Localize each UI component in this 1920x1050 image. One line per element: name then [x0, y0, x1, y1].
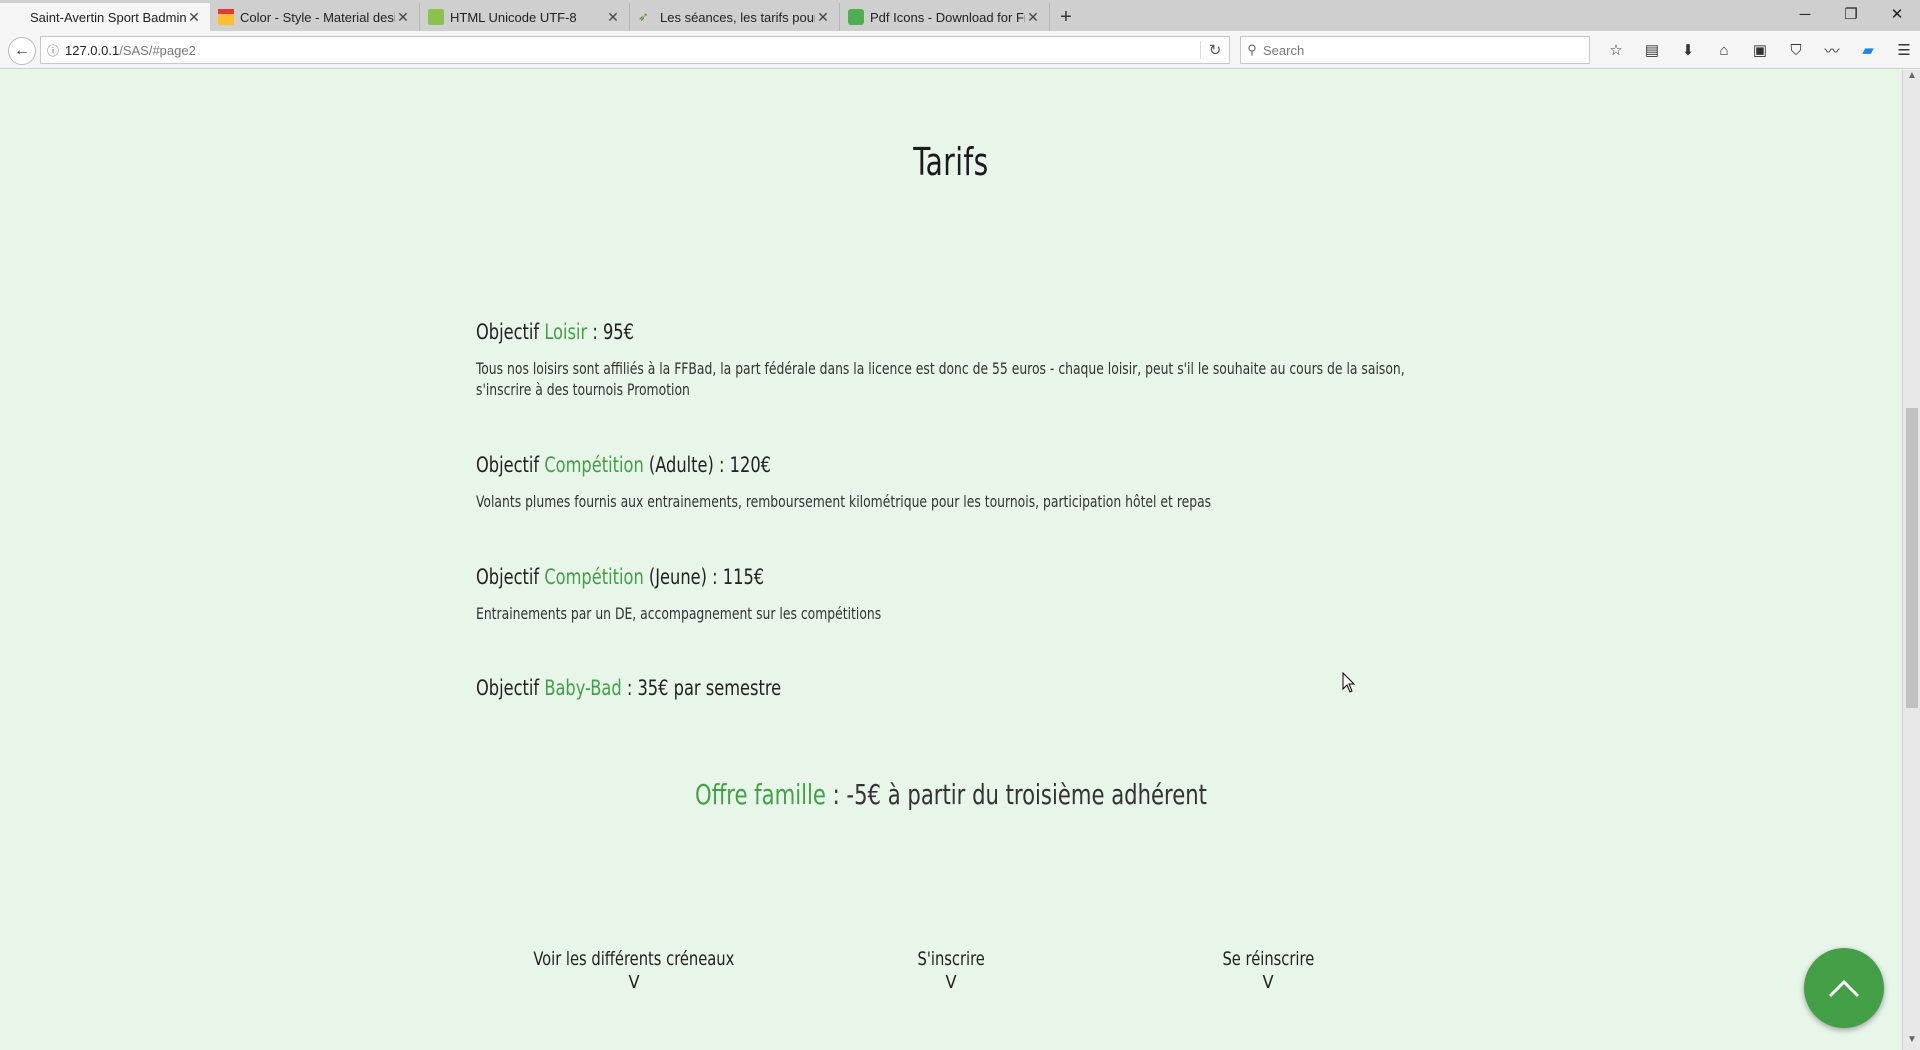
tab-title: Les séances, les tarifs pour 2 — [660, 9, 815, 25]
minimize-icon[interactable]: ─ — [1782, 0, 1828, 28]
offer-highlight: Offre famille — [695, 778, 826, 811]
mouse-cursor-icon — [1342, 672, 1356, 693]
tab-title: Saint-Avertin Sport Badminton — [30, 9, 186, 25]
tarif-heading: Objectif Loisir : 95€ — [476, 320, 1302, 344]
tab-bar: Saint-Avertin Sport Badminton ✕ Color - … — [0, 0, 1920, 31]
link-label: Voir les différents créneaux — [533, 948, 735, 970]
search-input[interactable]: Search — [1263, 43, 1304, 58]
toolbar-icons: ☆ ▤ ⬇ ⌂ ▣ ⛉ 〰 ▰ ☰ — [1598, 36, 1920, 64]
tarif-prefix: Objectif — [476, 565, 545, 589]
chevron-down-icon[interactable]: V — [1118, 972, 1418, 993]
family-offer: Offre famille : -5€ à partir du troisièm… — [152, 778, 1750, 811]
tarif-highlight: Loisir — [544, 320, 588, 344]
reading-list-icon[interactable]: ▤ — [1634, 36, 1670, 64]
material-favicon-icon — [218, 9, 234, 25]
tarif-heading: Objectif Compétition (Jeune) : 115€ — [476, 565, 1302, 589]
tab-title: HTML Unicode UTF-8 — [450, 9, 577, 25]
page-content: Tarifs Objectif Loisir : 95€ Tous nos lo… — [0, 70, 1902, 1050]
bookmark-star-icon[interactable]: ☆ — [1598, 36, 1634, 64]
tarif-heading: Objectif Compétition (Adulte) : 120€ — [476, 453, 1302, 477]
tarif-competition-adulte: Objectif Compétition (Adulte) : 120€ Vol… — [476, 453, 1436, 512]
tarif-price: : 35€ par semestre — [621, 676, 782, 700]
scroll-thumb[interactable] — [1906, 408, 1918, 708]
tab-title: Pdf Icons - Download for Fre — [870, 9, 1025, 25]
tarif-price: (Adulte) : 120€ — [643, 453, 772, 477]
scroll-down-icon[interactable]: ▼ — [1903, 1034, 1920, 1050]
tarif-price: : 95€ — [587, 320, 634, 344]
search-icon: ⚲ — [1247, 42, 1257, 57]
close-icon[interactable]: ✕ — [186, 9, 202, 26]
tarif-prefix: Objectif — [476, 453, 545, 477]
chevron-down-icon[interactable]: V — [484, 972, 784, 993]
scroll-to-top-button[interactable] — [1804, 948, 1884, 1028]
tab-saint-avertin[interactable]: Saint-Avertin Sport Badminton ✕ — [0, 3, 210, 31]
tarif-baby-bad: Objectif Baby-Bad : 35€ par semestre — [476, 676, 1436, 700]
sync-icon[interactable]: 〰 — [1814, 36, 1850, 64]
url-host: 127.0.0.1 — [65, 42, 120, 58]
close-icon[interactable]: ✕ — [1025, 9, 1041, 26]
info-icon[interactable]: ⓘ — [41, 42, 65, 59]
analytics-icon[interactable]: ▰ — [1850, 36, 1886, 64]
link-label: S'inscrire — [917, 948, 985, 970]
tarif-loisir: Objectif Loisir : 95€ Tous nos loisirs s… — [476, 320, 1436, 400]
offer-text: : -5€ à partir du troisième adhérent — [825, 778, 1207, 811]
tab-html-unicode[interactable]: HTML Unicode UTF-8 ✕ — [420, 3, 630, 31]
reload-icon[interactable]: ↻ — [1200, 41, 1229, 59]
tarif-highlight: Compétition — [544, 565, 644, 589]
close-icon[interactable]: ✕ — [815, 9, 831, 26]
close-window-icon[interactable]: ✕ — [1874, 0, 1920, 28]
tarif-description: Entrainements par un DE, accompagnement … — [476, 604, 882, 623]
arrow-left-icon: ← — [14, 42, 30, 59]
menu-icon[interactable]: ☰ — [1886, 36, 1920, 64]
url-bar[interactable]: ⓘ 127.0.0.1/SAS/#page2 ↻ — [40, 36, 1230, 64]
tab-pdf-icons[interactable]: Pdf Icons - Download for Fre ✕ — [840, 3, 1050, 31]
home-icon[interactable]: ⌂ — [1706, 36, 1742, 64]
link-label: Se réinscrire — [1222, 948, 1314, 970]
tarif-description: Tous nos loisirs sont affiliés à la FFBa… — [476, 359, 1405, 399]
inscrire-link[interactable]: S'inscrire V — [801, 948, 1101, 993]
android-favicon-icon — [848, 9, 864, 25]
site-favicon-icon — [8, 9, 24, 25]
extension-badge-icon[interactable]: ▣ — [1742, 36, 1778, 64]
url-path: /SAS/#page2 — [119, 42, 196, 58]
tarif-competition-jeune: Objectif Compétition (Jeune) : 115€ Entr… — [476, 565, 1436, 624]
page-title: Tarifs — [913, 140, 989, 184]
tab-seances-tarifs[interactable]: ➶ Les séances, les tarifs pour 2 ✕ — [630, 3, 840, 31]
close-icon[interactable]: ✕ — [395, 9, 411, 26]
w3-favicon-icon — [428, 9, 444, 25]
new-tab-button[interactable]: + — [1050, 3, 1082, 31]
creneaux-link[interactable]: Voir les différents créneaux V — [484, 948, 784, 993]
navigation-bar: ← ⓘ 127.0.0.1/SAS/#page2 ↻ ⚲ Search ☆ ▤ … — [0, 31, 1920, 69]
close-icon[interactable]: ✕ — [605, 9, 621, 26]
window-controls: ─ ❐ ✕ — [1782, 0, 1920, 28]
tarif-prefix: Objectif — [476, 320, 545, 344]
tarif-description: Volants plumes fournis aux entrainements… — [476, 492, 1212, 511]
url-text[interactable]: 127.0.0.1/SAS/#page2 — [65, 43, 1200, 58]
tarif-prefix: Objectif — [476, 676, 545, 700]
page-scrollbar[interactable]: ▲ ▼ — [1902, 70, 1920, 1050]
reinscrire-link[interactable]: Se réinscrire V — [1118, 948, 1418, 993]
restore-icon[interactable]: ❐ — [1828, 0, 1874, 28]
tab-material-color[interactable]: Color - Style - Material desig ✕ — [210, 3, 420, 31]
tarif-price: (Jeune) : 115€ — [643, 565, 765, 589]
tab-title: Color - Style - Material desig — [240, 9, 395, 25]
tarif-heading: Objectif Baby-Bad : 35€ par semestre — [476, 676, 1302, 700]
scroll-up-icon[interactable]: ▲ — [1903, 70, 1920, 86]
chevron-up-icon — [1828, 979, 1860, 998]
chevron-down-icon[interactable]: V — [801, 972, 1101, 993]
tarif-highlight: Baby-Bad — [544, 676, 622, 700]
shuttlecock-favicon-icon: ➶ — [638, 9, 649, 24]
download-icon[interactable]: ⬇ — [1670, 36, 1706, 64]
back-button[interactable]: ← — [8, 37, 36, 65]
shield-icon[interactable]: ⛉ — [1778, 36, 1814, 64]
search-bar[interactable]: ⚲ Search — [1240, 36, 1590, 64]
tarif-highlight: Compétition — [544, 453, 644, 477]
